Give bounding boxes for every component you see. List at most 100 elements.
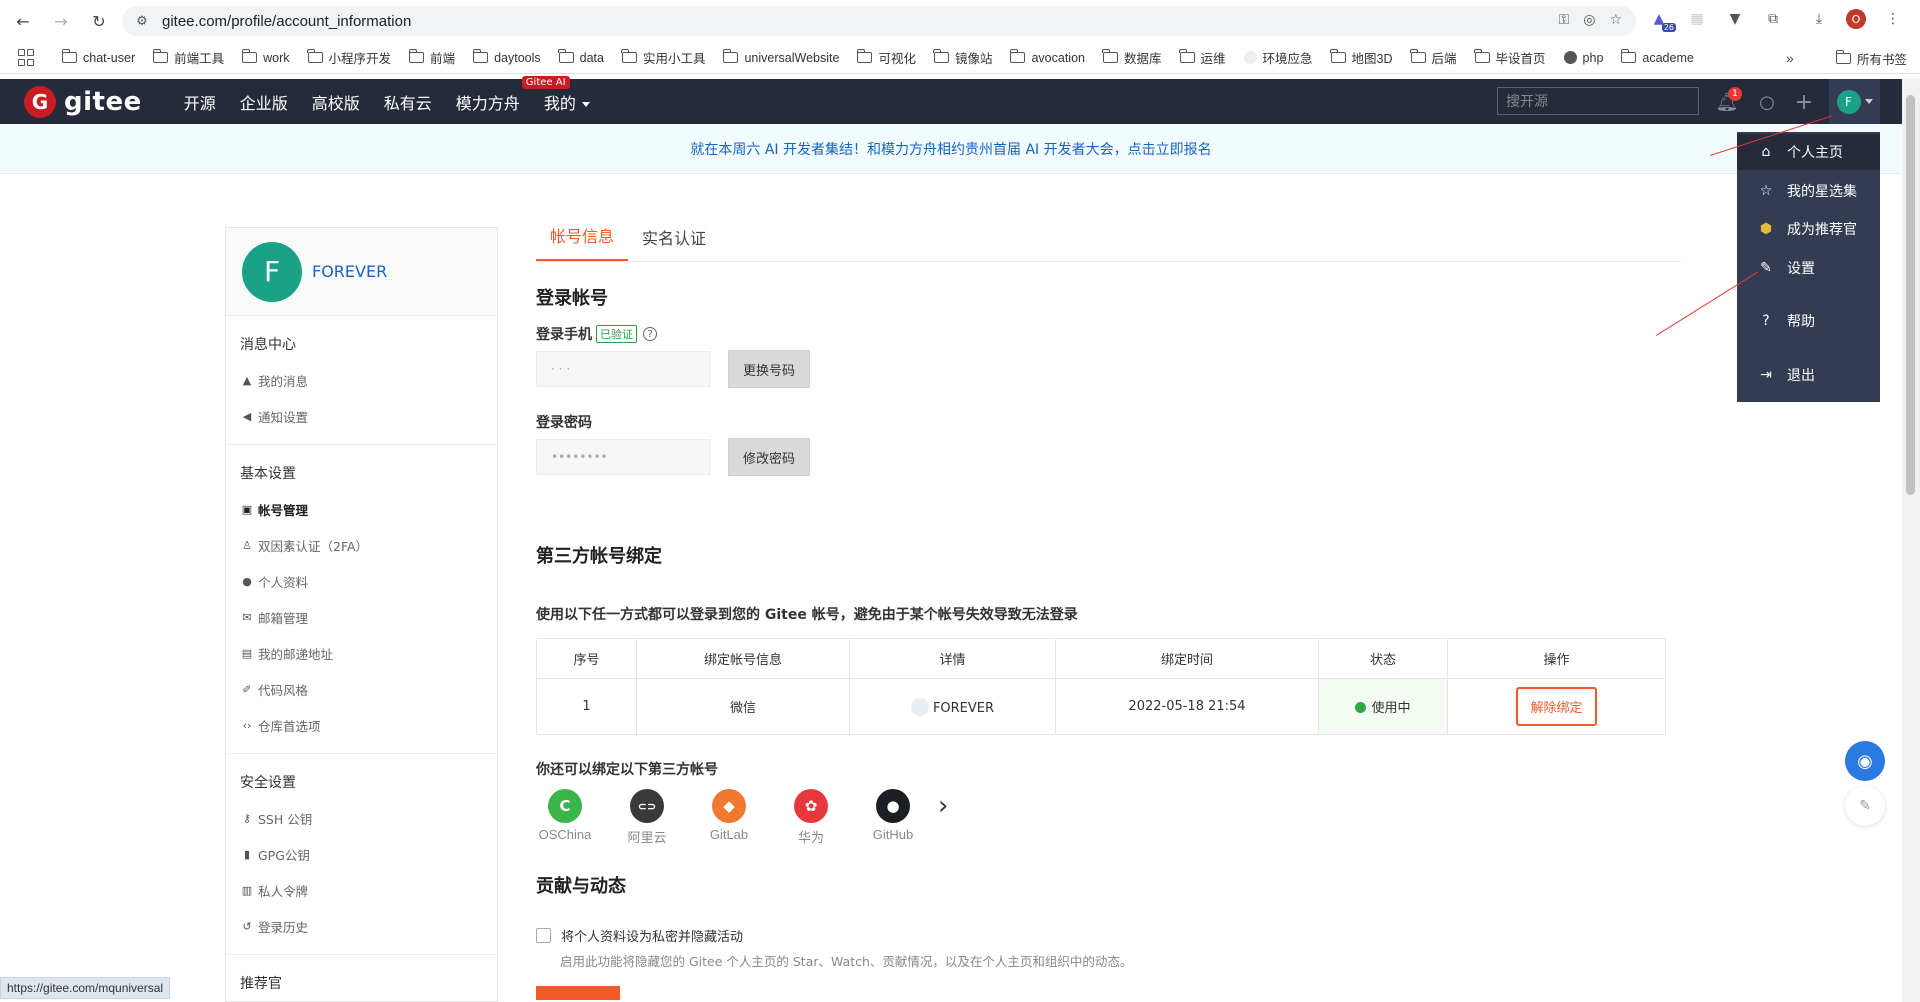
nav-private-cloud[interactable]: 私有云 xyxy=(384,90,432,114)
plus-icon[interactable]: + xyxy=(1793,90,1815,115)
password-key-icon[interactable]: ⚿ xyxy=(1559,12,1570,28)
cell-action: 解除绑定 xyxy=(1447,678,1666,735)
sidebar-item-account[interactable]: ▣ 帐号管理 xyxy=(226,491,497,527)
tab-real-name[interactable]: 实名认证 xyxy=(628,225,720,261)
change-phone-button[interactable]: 更换号码 xyxy=(728,350,811,388)
bookmark-item[interactable]: 运维 xyxy=(1179,48,1226,67)
gitee-logo[interactable]: G gitee xyxy=(24,85,142,118)
sidebar-item-profile[interactable]: ● 个人资料 xyxy=(226,563,497,599)
extension-grid-icon[interactable]: ▦ xyxy=(1686,8,1708,30)
sidebar-item-2fa[interactable]: ♙ 双因素认证（2FA） xyxy=(226,527,497,563)
key-icon: ⚷ xyxy=(242,811,252,825)
bookmark-item[interactable]: 地图3D xyxy=(1330,48,1393,67)
all-bookmarks-button[interactable]: 所有书签 xyxy=(1835,42,1907,74)
sidebar-item-code-style[interactable]: ✐ 代码风格 xyxy=(226,671,497,707)
avatar xyxy=(910,697,929,716)
browser-menu-icon[interactable]: ⋮ xyxy=(1882,8,1904,30)
bookmark-item[interactable]: 前端工具 xyxy=(152,48,224,67)
menu-item-recommender[interactable]: ⬢ 成为推荐官 xyxy=(1737,211,1880,247)
bookmark-item[interactable]: work xyxy=(241,49,290,65)
tab-account-info[interactable]: 帐号信息 xyxy=(536,223,629,261)
provider-aliyun[interactable]: ⊂⊃ 阿里云 xyxy=(622,789,672,846)
bookmark-item[interactable]: universalWebsite xyxy=(722,49,839,65)
feedback-float-button[interactable]: ✎ xyxy=(1845,786,1885,826)
sidebar-item-address[interactable]: ▤ 我的邮递地址 xyxy=(226,635,497,671)
bookmark-item[interactable]: data xyxy=(558,49,604,65)
bookmark-item[interactable]: 小程序开发 xyxy=(307,48,391,67)
extensions-puzzle-icon[interactable]: ⧉ xyxy=(1762,8,1784,30)
back-icon[interactable]: ← xyxy=(10,8,36,34)
bookmarks-more-icon[interactable]: » xyxy=(1786,50,1794,66)
nav-model-ark[interactable]: 模力方舟 Gitee AI xyxy=(456,75,570,114)
bookmark-item[interactable]: academe xyxy=(1620,49,1694,65)
private-profile-checkbox[interactable] xyxy=(536,928,551,943)
eye-off-icon[interactable]: ◎ xyxy=(1583,12,1595,28)
chevron-down-icon xyxy=(581,101,590,107)
announcement-banner[interactable]: 就在本周六 AI 开发者集结！和模力方舟相约贵州首届 AI 开发者大会，点击立即… xyxy=(0,124,1902,174)
menu-item-settings[interactable]: ✎ 设置 xyxy=(1737,250,1880,286)
bell-icon[interactable]: 🔔︎ 1 xyxy=(1716,87,1742,113)
bookmark-item[interactable]: daytools xyxy=(472,49,541,65)
bookmark-item[interactable]: 环境应急 xyxy=(1243,48,1313,67)
provider-oschina[interactable]: C OSChina xyxy=(539,789,591,842)
assistant-float-button[interactable]: ◉ xyxy=(1845,741,1885,781)
bookmark-item[interactable]: avocation xyxy=(1009,49,1085,65)
bookmark-item[interactable]: 可视化 xyxy=(856,48,916,67)
bookmark-label: avocation xyxy=(1031,50,1085,65)
bookmark-star-icon[interactable]: ☆ xyxy=(1609,12,1622,28)
unbind-button[interactable]: 解除绑定 xyxy=(1516,687,1597,726)
nav-education[interactable]: 高校版 xyxy=(312,90,360,114)
search-input[interactable]: 搜开源 xyxy=(1497,87,1699,115)
bookmark-label: 地图3D xyxy=(1351,52,1393,66)
menu-item-help[interactable]: ? 帮助 xyxy=(1737,303,1880,339)
bookmark-item[interactable]: 镜像站 xyxy=(933,48,992,67)
nav-mine[interactable]: 我的 xyxy=(544,90,590,114)
reload-icon[interactable]: ↻ xyxy=(86,8,112,34)
extension-badge-icon[interactable]: ▲ 26 xyxy=(1648,8,1676,32)
sidebar-item-repo-prefs[interactable]: ‹› 仓库首选项 xyxy=(226,707,497,743)
extension-v-icon[interactable]: ▼ xyxy=(1724,8,1746,30)
change-password-button[interactable]: 修改密码 xyxy=(728,438,811,476)
download-icon[interactable]: ⤓ xyxy=(1808,8,1830,30)
profile-card: F FOREVER xyxy=(226,228,497,316)
bookmark-item[interactable]: 后端 xyxy=(1410,48,1457,67)
provider-huawei[interactable]: ✿ 华为 xyxy=(786,789,836,846)
site-settings-icon[interactable]: ⚙ xyxy=(134,13,150,29)
folder-icon xyxy=(1474,49,1490,63)
menu-item-logout[interactable]: ⇥ 退出 xyxy=(1737,357,1880,393)
sidebar-item-ssh[interactable]: ⚷ SSH 公钥 xyxy=(226,800,497,836)
menu-item-star-collection[interactable]: ☆ 我的星选集 xyxy=(1737,173,1880,209)
nav-enterprise[interactable]: 企业版 xyxy=(240,90,288,114)
help-icon[interactable]: ? xyxy=(643,327,657,341)
nav-open-source[interactable]: 开源 xyxy=(184,90,216,114)
sidebar-item-login-history[interactable]: ↺ 登录历史 xyxy=(226,908,497,944)
browser-profile-avatar[interactable]: O xyxy=(1846,9,1866,29)
sidebar-item-tokens[interactable]: ▥ 私人令牌 xyxy=(226,872,497,908)
lightbulb-icon[interactable]: ○ xyxy=(1756,91,1778,113)
avatar[interactable]: F xyxy=(242,241,302,302)
chevron-right-icon[interactable]: › xyxy=(938,791,948,821)
bookmark-item[interactable]: 前端 xyxy=(408,48,455,67)
save-button[interactable] xyxy=(536,986,620,1000)
provider-gitlab[interactable]: ◆ GitLab xyxy=(704,789,754,842)
status-dot-icon xyxy=(1355,702,1367,713)
provider-github[interactable]: ● GitHub xyxy=(868,789,918,842)
bookmark-item[interactable]: php xyxy=(1563,50,1604,65)
sidebar-item-email[interactable]: ✉ 邮箱管理 xyxy=(226,599,497,635)
profile-name[interactable]: FOREVER xyxy=(312,262,387,281)
apps-grid-icon[interactable] xyxy=(18,48,36,67)
scroll-thumb[interactable] xyxy=(1906,95,1915,495)
page-scrollbar[interactable] xyxy=(1902,79,1920,1002)
sidebar-item-notification-settings[interactable]: ◀ 通知设置 xyxy=(226,398,497,434)
forward-icon[interactable]: → xyxy=(48,8,74,34)
bookmark-item[interactable]: 数据库 xyxy=(1102,48,1162,67)
address-bar[interactable]: ⚙ gitee.com/profile/account_information … xyxy=(122,6,1636,36)
cell-detail-name: FOREVER xyxy=(932,700,995,716)
sidebar-item-gpg[interactable]: ▮ GPG公钥 xyxy=(226,836,497,872)
bookmark-item[interactable]: 实用小工具 xyxy=(621,48,705,67)
bookmark-item[interactable]: 毕设首页 xyxy=(1474,48,1546,67)
bookmark-label: php xyxy=(1582,50,1604,65)
bookmark-item[interactable]: chat-user xyxy=(61,49,135,65)
user-menu-trigger[interactable]: F xyxy=(1829,79,1880,124)
sidebar-item-my-messages[interactable]: ▲ 我的消息 xyxy=(226,362,497,398)
